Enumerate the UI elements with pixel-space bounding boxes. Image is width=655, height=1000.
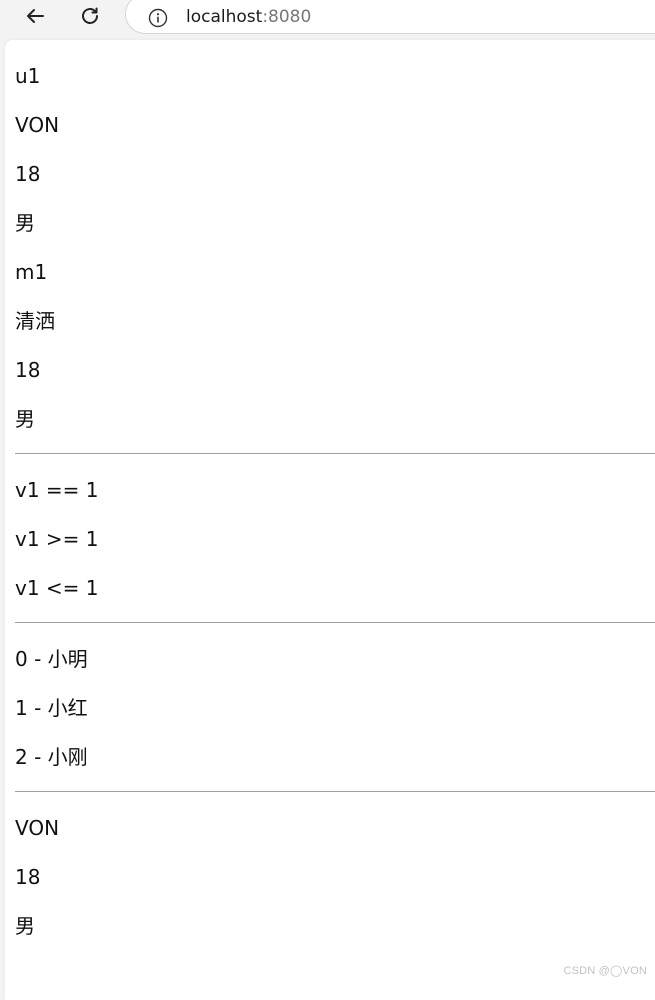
reload-icon [82, 7, 98, 24]
reload-button[interactable] [76, 2, 104, 30]
list-item: 2 - 小刚 [15, 745, 88, 769]
address-bar[interactable]: localhost:8080 [125, 0, 655, 34]
divider [15, 791, 655, 792]
divider [15, 453, 655, 454]
page-content: u1 VON 18 男 m1 清洒 18 男 v1 == 1 v1 >= 1 v… [5, 40, 655, 1000]
user-field-text: VON [15, 816, 60, 840]
watermark: CSDN @◯VON [563, 965, 647, 977]
url-host: localhost [186, 7, 263, 27]
user-field-text: 清洒 [15, 309, 55, 333]
browser-toolbar: localhost:8080 [0, 0, 655, 40]
user-field-text: u1 [15, 64, 41, 88]
list-item: 0 - 小明 [15, 647, 88, 671]
url-port: :8080 [262, 7, 312, 27]
user-field-text: 男 [15, 407, 35, 431]
user-field-text: 18 [15, 162, 41, 186]
url-text[interactable]: localhost:8080 [186, 7, 311, 27]
user-field-text: 18 [15, 865, 41, 889]
divider [15, 622, 655, 623]
user-field-text: m1 [15, 260, 48, 284]
user-field-text: 男 [15, 914, 35, 938]
info-icon[interactable] [148, 8, 168, 28]
back-button[interactable] [21, 2, 49, 30]
compare-text: v1 == 1 [15, 478, 99, 502]
list-item: 1 - 小红 [15, 696, 88, 720]
compare-text: v1 <= 1 [15, 576, 99, 600]
arrow-left-icon [27, 9, 44, 23]
user-field-text: 男 [15, 211, 35, 235]
compare-text: v1 >= 1 [15, 527, 99, 551]
user-field-text: VON [15, 113, 60, 137]
user-field-text: 18 [15, 358, 41, 382]
